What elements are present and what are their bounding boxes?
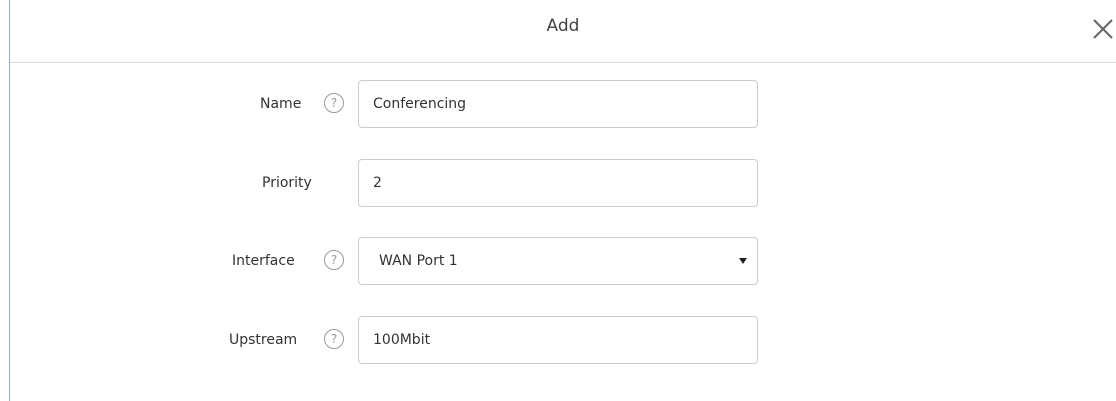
name-label: Name	[260, 96, 302, 112]
priority-label: Priority	[262, 175, 312, 191]
interface-selected-value: WAN Port 1	[379, 253, 458, 269]
dialog-header: Add	[10, 0, 1116, 63]
form-row-interface: Interface ? WAN Port 1	[10, 237, 1116, 285]
form-row-upstream: Upstream ?	[10, 316, 1116, 364]
form-row-name: Name ?	[10, 80, 1116, 128]
priority-input[interactable]	[358, 159, 758, 207]
add-dialog: Add Name ? Priority Interface ? WAN Port…	[9, 0, 1116, 401]
chevron-down-icon	[739, 258, 747, 264]
upstream-label: Upstream	[229, 332, 298, 348]
interface-select[interactable]: WAN Port 1	[358, 237, 758, 285]
upstream-input[interactable]	[358, 316, 758, 364]
help-icon[interactable]: ?	[324, 93, 344, 113]
name-input[interactable]	[358, 80, 758, 128]
dialog-title: Add	[546, 16, 580, 36]
help-icon[interactable]: ?	[324, 329, 344, 349]
close-icon[interactable]	[1090, 16, 1116, 42]
interface-label: Interface	[232, 253, 295, 269]
help-icon[interactable]: ?	[324, 250, 344, 270]
form-row-priority: Priority	[10, 159, 1116, 207]
